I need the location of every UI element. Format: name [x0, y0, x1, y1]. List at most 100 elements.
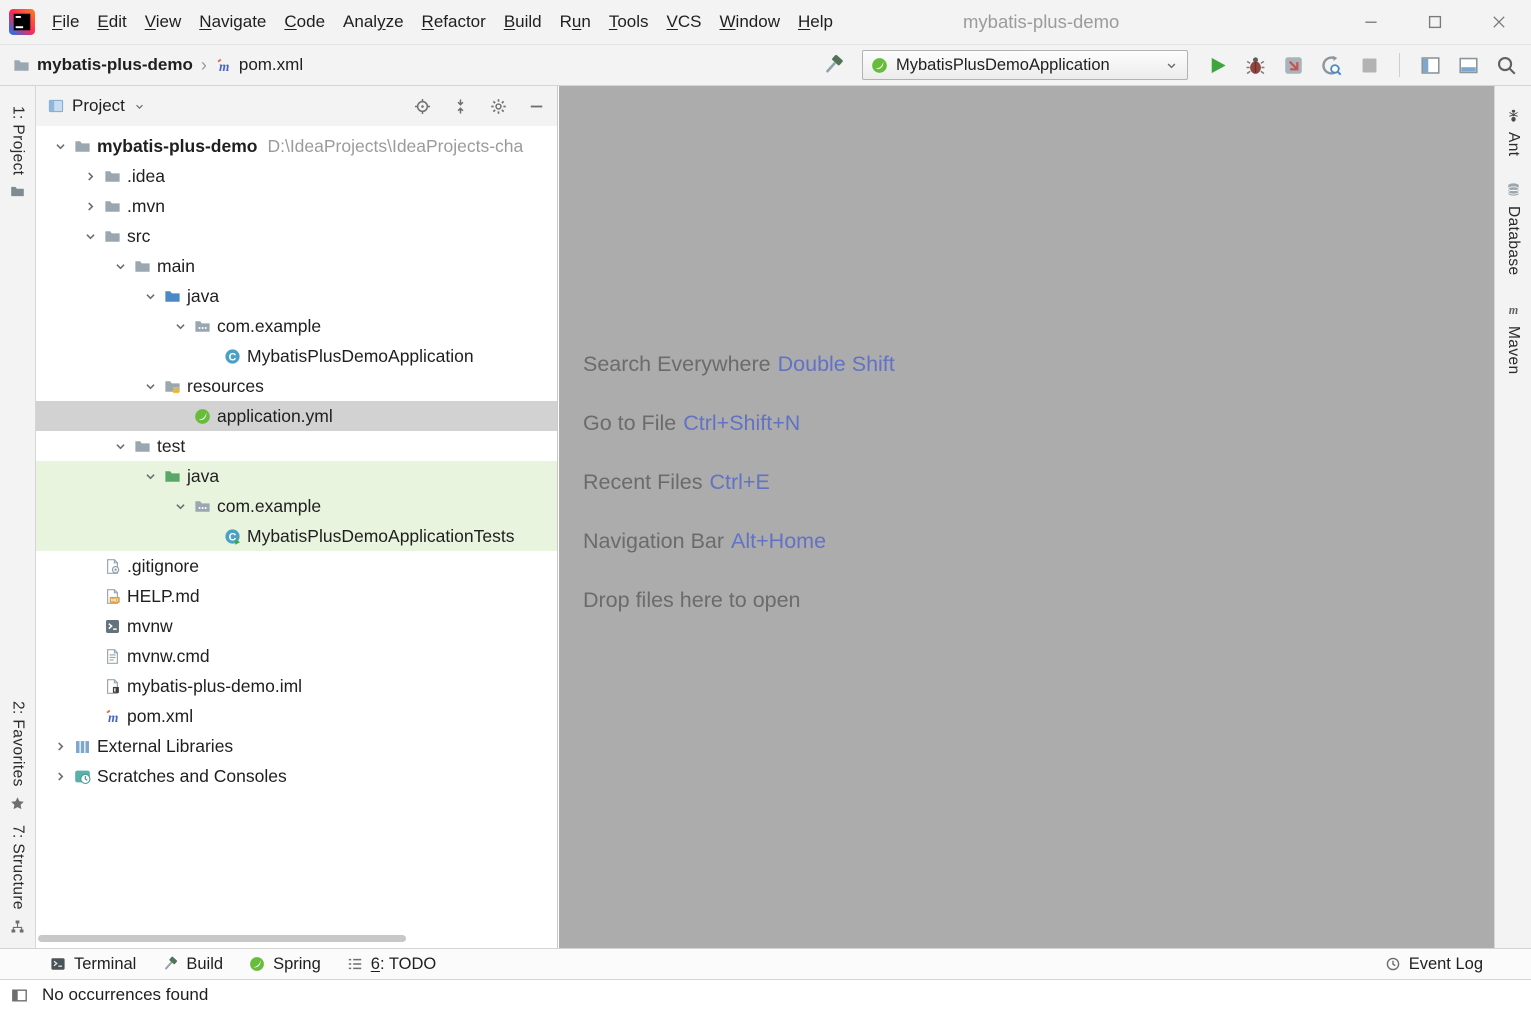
collapse-all-button[interactable] — [452, 98, 469, 115]
project-tool-window: Project mybatis-plus-demoD:\IdeaProjects… — [36, 86, 558, 948]
tree-item-idea[interactable]: .idea — [36, 161, 557, 191]
settings-button[interactable] — [490, 98, 507, 115]
menu-help[interactable]: Help — [789, 0, 842, 44]
menu-navigate[interactable]: Navigate — [190, 0, 275, 44]
window-controls — [1339, 0, 1531, 44]
menu-vcs[interactable]: VCS — [658, 0, 711, 44]
chevron-right-icon[interactable] — [46, 769, 74, 784]
folder-icon — [74, 138, 91, 155]
tree-item-java[interactable]: java — [36, 281, 557, 311]
tree-item-external-libraries[interactable]: External Libraries — [36, 731, 557, 761]
tree-item-mvnw-cmd[interactable]: mvnw.cmd — [36, 641, 557, 671]
tool-window-button-7-structure[interactable]: 7: Structure — [9, 825, 27, 934]
tool-window-button-database[interactable]: Database — [1504, 182, 1522, 276]
tree-item-java[interactable]: java — [36, 461, 557, 491]
tool-window-button-6-todo[interactable]: 6: TODO — [347, 955, 436, 974]
hammer-icon — [162, 956, 178, 972]
tool-window-label: Maven — [1504, 326, 1522, 375]
tree-item-mybatisplusdemoapplicationtests[interactable]: CMybatisPlusDemoApplicationTests — [36, 521, 557, 551]
status-message: No occurrences found — [42, 985, 208, 1005]
tree-item-pom-xml[interactable]: mpom.xml — [36, 701, 557, 731]
tool-window-button-ant[interactable]: Ant — [1504, 108, 1522, 156]
chevron-down-icon[interactable] — [136, 379, 164, 394]
menu-tools[interactable]: Tools — [600, 0, 658, 44]
profiler-button[interactable] — [1316, 50, 1346, 80]
run-configuration-selector[interactable]: MybatisPlusDemoApplication — [862, 50, 1188, 80]
tree-item-label: main — [157, 256, 195, 277]
chevron-down-icon[interactable] — [136, 289, 164, 304]
tree-item-mybatisplusdemoapplication[interactable]: CMybatisPlusDemoApplication — [36, 341, 557, 371]
intellij-idea-logo-icon — [9, 9, 35, 35]
chevron-down-icon[interactable] — [136, 469, 164, 484]
tree-item-mvn[interactable]: .mvn — [36, 191, 557, 221]
chevron-down-icon[interactable] — [166, 499, 194, 514]
chevron-down-icon[interactable] — [46, 139, 74, 154]
project-view-selector[interactable]: Project — [48, 96, 146, 116]
tree-item-label: MybatisPlusDemoApplication — [247, 346, 474, 367]
tool-window-button-maven[interactable]: mMaven — [1504, 302, 1522, 375]
horizontal-scrollbar[interactable] — [38, 935, 406, 942]
chevron-down-icon[interactable] — [106, 259, 134, 274]
tree-item-test[interactable]: test — [36, 431, 557, 461]
close-button[interactable] — [1467, 0, 1531, 44]
hide-panel-button[interactable] — [528, 98, 545, 115]
run-button[interactable] — [1202, 50, 1232, 80]
tree-item-application-yml[interactable]: application.yml — [36, 401, 557, 431]
tool-window-button-spring[interactable]: Spring — [249, 955, 321, 974]
folder-icon — [104, 228, 121, 245]
hint-action-text: Search Everywhere — [583, 352, 771, 376]
chevron-right-icon[interactable] — [76, 199, 104, 214]
tool-window-quick-access-icon[interactable] — [11, 987, 28, 1004]
tree-item-main[interactable]: main — [36, 251, 557, 281]
project-tab-icon — [48, 98, 64, 114]
build-project-button[interactable] — [818, 50, 848, 80]
menu-file[interactable]: File — [43, 0, 88, 44]
tool-window-button-2-favorites[interactable]: 2: Favorites — [9, 701, 27, 811]
menu-run[interactable]: Run — [551, 0, 600, 44]
breadcrumb-item-pom-xml[interactable]: mpom.xml — [215, 55, 303, 75]
project-panel-header: Project — [36, 86, 557, 126]
project-structure-button[interactable] — [1415, 50, 1445, 80]
editor-hints: Search EverywhereDouble ShiftGo to FileC… — [583, 353, 895, 648]
stop-button[interactable] — [1354, 50, 1384, 80]
menu-build[interactable]: Build — [495, 0, 551, 44]
tool-window-button-build[interactable]: Build — [162, 955, 223, 974]
locate-file-button[interactable] — [414, 98, 431, 115]
chevron-down-icon[interactable] — [106, 439, 134, 454]
tool-window-button-event-log[interactable]: Event Log — [1385, 955, 1483, 974]
menu-view[interactable]: View — [136, 0, 191, 44]
tree-item-mvnw[interactable]: mvnw — [36, 611, 557, 641]
chevron-down-icon[interactable] — [166, 319, 194, 334]
breadcrumb-item-mybatis-plus-demo[interactable]: mybatis-plus-demo — [13, 55, 193, 75]
search-everywhere-button[interactable] — [1491, 50, 1521, 80]
menu-analyze[interactable]: Analyze — [334, 0, 413, 44]
tree-item-mybatis-plus-demo[interactable]: mybatis-plus-demoD:\IdeaProjects\IdeaPro… — [36, 131, 557, 161]
menu-code[interactable]: Code — [275, 0, 334, 44]
folder-icon — [13, 57, 30, 74]
menu-edit[interactable]: Edit — [88, 0, 135, 44]
editor-hint: Drop files here to open — [583, 589, 895, 611]
tree-item-com-example[interactable]: com.example — [36, 491, 557, 521]
tree-item-src[interactable]: src — [36, 221, 557, 251]
tree-item-help-md[interactable]: MDHELP.md — [36, 581, 557, 611]
tool-window-button-1-project[interactable]: 1: Project — [9, 106, 27, 199]
chevron-right-icon[interactable] — [46, 739, 74, 754]
chevron-down-icon[interactable] — [76, 229, 104, 244]
tree-item-label: mvnw.cmd — [127, 646, 210, 667]
menu-refactor[interactable]: Refactor — [413, 0, 495, 44]
minimize-button[interactable] — [1339, 0, 1403, 44]
tree-item-scratches-and-consoles[interactable]: Scratches and Consoles — [36, 761, 557, 791]
chevron-right-icon[interactable] — [76, 169, 104, 184]
svg-text:m: m — [108, 710, 118, 725]
folder-icon — [134, 438, 151, 455]
tree-item-resources[interactable]: resources — [36, 371, 557, 401]
menu-window[interactable]: Window — [711, 0, 789, 44]
tree-item-gitignore[interactable]: .gitignore — [36, 551, 557, 581]
tree-item-com-example[interactable]: com.example — [36, 311, 557, 341]
run-with-coverage-button[interactable] — [1278, 50, 1308, 80]
maximize-button[interactable] — [1403, 0, 1467, 44]
tree-item-mybatis-plus-demo-iml[interactable]: mybatis-plus-demo.iml — [36, 671, 557, 701]
debug-button[interactable] — [1240, 50, 1270, 80]
tool-window-button-terminal[interactable]: Terminal — [50, 955, 136, 974]
restore-layout-button[interactable] — [1453, 50, 1483, 80]
